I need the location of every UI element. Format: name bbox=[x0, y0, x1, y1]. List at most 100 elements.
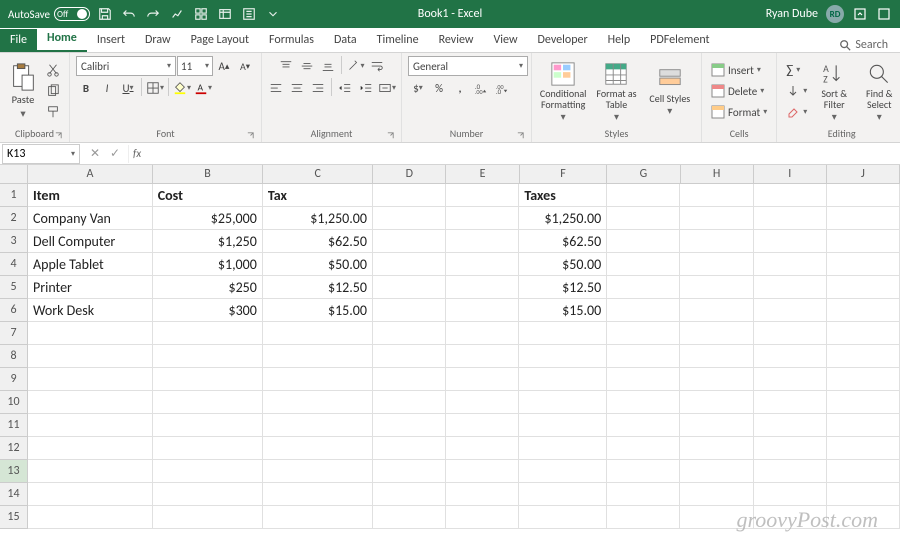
cell-C4[interactable]: $50.00 bbox=[263, 253, 373, 276]
cell-styles-button[interactable]: Cell Styles▾ bbox=[645, 58, 695, 124]
cell-G9[interactable] bbox=[607, 368, 680, 391]
row-header-12[interactable]: 12 bbox=[0, 437, 27, 460]
row-header-15[interactable]: 15 bbox=[0, 506, 27, 529]
tab-formulas[interactable]: Formulas bbox=[259, 29, 324, 52]
cell-F4[interactable]: $50.00 bbox=[519, 253, 607, 276]
italic-button[interactable]: I bbox=[97, 78, 117, 98]
cell-H11[interactable] bbox=[680, 414, 753, 437]
column-header-F[interactable]: F bbox=[520, 165, 608, 183]
number-format-selector[interactable]: General▾ bbox=[408, 56, 528, 76]
format-as-table-button[interactable]: Format as Table▾ bbox=[591, 58, 641, 124]
increase-decimal-button[interactable]: .0.00 bbox=[471, 78, 491, 98]
cell-B12[interactable] bbox=[153, 437, 263, 460]
cell-H1[interactable] bbox=[680, 184, 753, 207]
cell-H2[interactable] bbox=[680, 207, 753, 230]
cell-B2[interactable]: $25,000 bbox=[153, 207, 263, 230]
launcher-icon[interactable] bbox=[385, 130, 395, 140]
cell-E5[interactable] bbox=[446, 276, 519, 299]
cell-I4[interactable] bbox=[754, 253, 827, 276]
cell-I15[interactable] bbox=[754, 506, 827, 529]
cell-I10[interactable] bbox=[754, 391, 827, 414]
cell-F13[interactable] bbox=[519, 460, 607, 483]
fill-button[interactable]: ▾ bbox=[783, 81, 810, 101]
cell-J7[interactable] bbox=[827, 322, 900, 345]
cell-D4[interactable] bbox=[373, 253, 446, 276]
cell-G7[interactable] bbox=[607, 322, 680, 345]
cell-I5[interactable] bbox=[754, 276, 827, 299]
cell-A2[interactable]: Company Van bbox=[28, 207, 153, 230]
cell-H12[interactable] bbox=[680, 437, 753, 460]
tab-file[interactable]: File bbox=[0, 29, 37, 52]
formula-input[interactable] bbox=[145, 144, 900, 164]
cell-B4[interactable]: $1,000 bbox=[153, 253, 263, 276]
conditional-formatting-button[interactable]: Conditional Formatting▾ bbox=[538, 58, 588, 124]
cell-A13[interactable] bbox=[28, 460, 153, 483]
cell-E2[interactable] bbox=[446, 207, 519, 230]
cell-A10[interactable] bbox=[28, 391, 153, 414]
cell-B15[interactable] bbox=[153, 506, 263, 529]
insert-cells-button[interactable]: Insert ▾ bbox=[708, 60, 764, 80]
qat-icon-2[interactable] bbox=[192, 5, 210, 23]
row-header-10[interactable]: 10 bbox=[0, 391, 27, 414]
cell-B13[interactable] bbox=[153, 460, 263, 483]
cell-E9[interactable] bbox=[446, 368, 519, 391]
cell-J12[interactable] bbox=[827, 437, 900, 460]
cell-C9[interactable] bbox=[263, 368, 373, 391]
cell-C6[interactable]: $15.00 bbox=[263, 299, 373, 322]
row-header-5[interactable]: 5 bbox=[0, 276, 27, 299]
percent-button[interactable]: % bbox=[429, 78, 449, 98]
cell-G14[interactable] bbox=[607, 483, 680, 506]
cell-I13[interactable] bbox=[754, 460, 827, 483]
cell-C7[interactable] bbox=[263, 322, 373, 345]
cell-J2[interactable] bbox=[827, 207, 900, 230]
cell-J4[interactable] bbox=[827, 253, 900, 276]
cell-C1[interactable]: Tax bbox=[263, 184, 373, 207]
cell-C8[interactable] bbox=[263, 345, 373, 368]
cell-A12[interactable] bbox=[28, 437, 153, 460]
cell-J14[interactable] bbox=[827, 483, 900, 506]
cell-D6[interactable] bbox=[373, 299, 446, 322]
cell-C5[interactable]: $12.50 bbox=[263, 276, 373, 299]
cell-C12[interactable] bbox=[263, 437, 373, 460]
column-header-J[interactable]: J bbox=[827, 165, 900, 183]
cell-B11[interactable] bbox=[153, 414, 263, 437]
tab-home[interactable]: Home bbox=[37, 27, 87, 52]
name-box[interactable]: K13▾ bbox=[2, 144, 80, 164]
cell-I6[interactable] bbox=[754, 299, 827, 322]
cell-G10[interactable] bbox=[607, 391, 680, 414]
cell-G11[interactable] bbox=[607, 414, 680, 437]
tab-data[interactable]: Data bbox=[324, 29, 367, 52]
cell-A4[interactable]: Apple Tablet bbox=[28, 253, 153, 276]
cell-D1[interactable] bbox=[373, 184, 446, 207]
launcher-icon[interactable] bbox=[515, 130, 525, 140]
cell-J1[interactable] bbox=[827, 184, 900, 207]
cell-J5[interactable] bbox=[827, 276, 900, 299]
cell-E1[interactable] bbox=[446, 184, 519, 207]
row-header-6[interactable]: 6 bbox=[0, 299, 27, 322]
user-avatar[interactable]: RD bbox=[826, 5, 844, 23]
cell-A8[interactable] bbox=[28, 345, 153, 368]
cell-E7[interactable] bbox=[446, 322, 519, 345]
cell-E6[interactable] bbox=[446, 299, 519, 322]
cell-J6[interactable] bbox=[827, 299, 900, 322]
cell-F2[interactable]: $1,250.00 bbox=[519, 207, 607, 230]
cell-I12[interactable] bbox=[754, 437, 827, 460]
column-header-B[interactable]: B bbox=[153, 165, 263, 183]
cell-D5[interactable] bbox=[373, 276, 446, 299]
column-header-I[interactable]: I bbox=[754, 165, 827, 183]
cell-D11[interactable] bbox=[373, 414, 446, 437]
borders-button[interactable]: ▾ bbox=[145, 78, 165, 98]
cell-G8[interactable] bbox=[607, 345, 680, 368]
cell-C14[interactable] bbox=[263, 483, 373, 506]
cell-J13[interactable] bbox=[827, 460, 900, 483]
tab-timeline[interactable]: Timeline bbox=[367, 29, 429, 52]
launcher-icon[interactable] bbox=[245, 130, 255, 140]
cell-H9[interactable] bbox=[680, 368, 753, 391]
align-bottom-button[interactable] bbox=[318, 56, 338, 76]
merge-button[interactable]: ▾ bbox=[377, 78, 397, 98]
cell-B9[interactable] bbox=[153, 368, 263, 391]
launcher-icon[interactable] bbox=[53, 130, 63, 140]
cell-G13[interactable] bbox=[607, 460, 680, 483]
cut-button[interactable] bbox=[43, 60, 63, 80]
cell-G3[interactable] bbox=[607, 230, 680, 253]
